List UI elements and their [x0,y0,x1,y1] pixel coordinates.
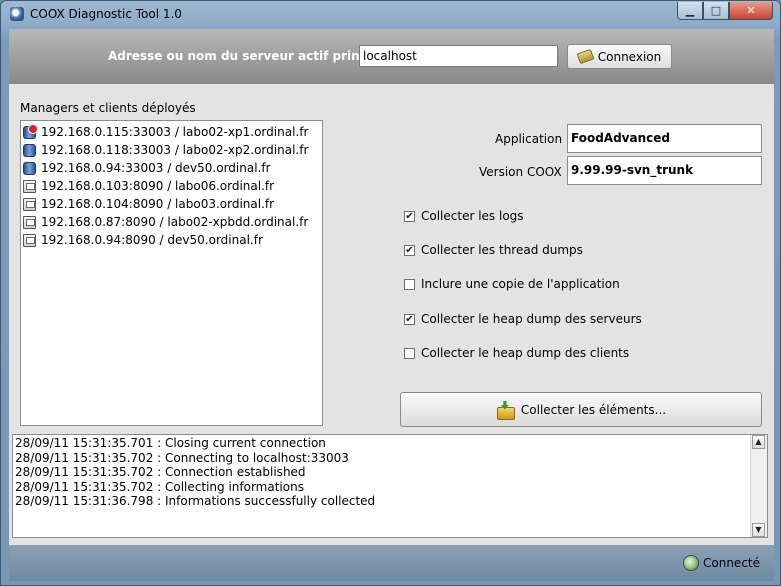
log-scrollbar[interactable]: ▲ ▼ [750,435,767,537]
server-address-input[interactable] [359,45,558,67]
log-line: 28/09/11 15:31:35.701 : Closing current … [15,436,326,450]
checkbox[interactable]: ✔ [404,210,415,222]
database-icon [23,161,36,175]
log-line: 28/09/11 15:31:35.702 : Connection estab… [15,465,306,480]
minimize-button[interactable]: ▁ [677,2,703,20]
connect-button-label: Connexion [597,49,662,64]
log-line: 28/09/11 15:31:36.798 : Informations suc… [15,494,376,509]
computer-icon [23,197,36,211]
minimize-icon: ▁ [685,4,695,17]
managers-label: Managers et clients déployés [20,101,196,115]
connected-icon [683,555,699,571]
status-bar: Connecté [9,545,774,581]
manager-list-item[interactable]: 192.168.0.94:33003 / dev50.ordinal.fr [23,159,320,177]
option-server-heap-dump[interactable]: ✔ Collecter le heap dump des serveurs [404,312,642,326]
option-collect-logs[interactable]: ✔ Collecter les logs [404,209,524,223]
manager-list-item[interactable]: 192.168.0.94:8090 / dev50.ordinal.fr [23,231,320,249]
checkbox[interactable] [404,347,415,359]
manager-item-label: 192.168.0.115:33003 / labo02-xp1.ordinal… [41,125,309,139]
manager-list-item[interactable]: 192.168.0.103:8090 / labo06.ordinal.fr [23,177,320,195]
window-controls: ▁ □ ✕ [677,2,773,20]
database-error-icon [23,123,38,139]
scroll-up-icon[interactable]: ▲ [752,435,765,449]
application-label: Application [495,132,563,146]
checkbox[interactable]: ✔ [404,244,415,256]
maximize-button[interactable]: □ [703,2,729,20]
checkbox[interactable]: ✔ [404,313,415,325]
log-line: 28/09/11 15:31:35.702 : Connecting to lo… [15,450,349,465]
manager-item-label: 192.168.0.104:8090 / labo03.ordinal.fr [41,197,275,211]
log-line: 28/09/11 15:31:35.702 : Collecting infor… [15,479,304,494]
option-include-app-copy[interactable]: Inclure une copie de l'application [404,277,620,291]
connection-status-label: Connecté [703,556,760,570]
app-logo-icon [10,7,24,21]
option-client-heap-dump[interactable]: Collecter le heap dump des clients [404,346,629,360]
option-label: Collecter le heap dump des serveurs [421,312,642,326]
manager-list-item[interactable]: 192.168.0.118:33003 / labo02-xp2.ordinal… [23,141,320,159]
manager-list-item[interactable]: 192.168.0.115:33003 / labo02-xp1.ordinal… [23,123,320,141]
manager-item-label: 192.168.0.94:8090 / dev50.ordinal.fr [41,233,263,247]
manager-list-item[interactable]: 192.168.0.87:8090 / labo02-xpbdd.ordinal… [23,213,320,231]
scroll-down-icon[interactable]: ▼ [752,523,765,537]
checkbox[interactable] [404,278,415,290]
connection-status: Connecté [683,555,760,571]
connect-button[interactable]: Connexion [567,44,672,69]
option-collect-thread-dumps[interactable]: ✔ Collecter les thread dumps [404,243,583,257]
managers-list[interactable]: 192.168.0.115:33003 / labo02-xp1.ordinal… [20,120,323,426]
manager-list-item[interactable]: 192.168.0.104:8090 / labo03.ordinal.fr [23,195,320,213]
server-address-label: Adresse ou nom du serveur actif principa… [108,49,392,63]
main-panel: Adresse ou nom du serveur actif principa… [9,29,774,545]
server-bar: Adresse ou nom du serveur actif principa… [9,29,774,84]
application-value: FoodAdvanced [567,124,762,153]
plug-icon [576,48,595,65]
option-label: Collecter les thread dumps [421,243,583,257]
computer-icon [23,233,36,247]
collect-button-label: Collecter les éléments... [520,402,667,417]
manager-item-label: 192.168.0.87:8090 / labo02-xpbdd.ordinal… [41,215,309,229]
title-bar[interactable]: COOX Diagnostic Tool 1.0 ▁ □ ✕ [1,1,780,29]
manager-item-label: 192.168.0.103:8090 / labo06.ordinal.fr [41,179,275,193]
version-label: Version COOX [479,165,562,179]
maximize-icon: □ [710,4,722,17]
close-button[interactable]: ✕ [729,2,773,20]
manager-item-label: 192.168.0.94:33003 / dev50.ordinal.fr [41,161,271,175]
collect-button[interactable]: Collecter les éléments... [400,392,762,427]
option-label: Collecter les logs [421,209,524,223]
computer-icon [23,215,36,229]
database-icon [23,143,36,157]
option-label: Inclure une copie de l'application [421,277,620,291]
option-label: Collecter le heap dump des clients [421,346,630,360]
computer-icon [23,179,36,193]
log-lines: 28/09/11 15:31:35.701 : Closing current … [15,436,375,509]
version-value: 9.99.99-svn_trunk [567,156,762,185]
log-panel[interactable]: 28/09/11 15:31:35.701 : Closing current … [12,434,768,538]
download-archive-icon [496,401,515,420]
close-icon: ✕ [746,4,756,17]
manager-item-label: 192.168.0.118:33003 / labo02-xp2.ordinal… [41,143,309,157]
window-title: COOX Diagnostic Tool 1.0 [30,7,182,21]
app-window: COOX Diagnostic Tool 1.0 ▁ □ ✕ Adresse o… [0,0,781,586]
